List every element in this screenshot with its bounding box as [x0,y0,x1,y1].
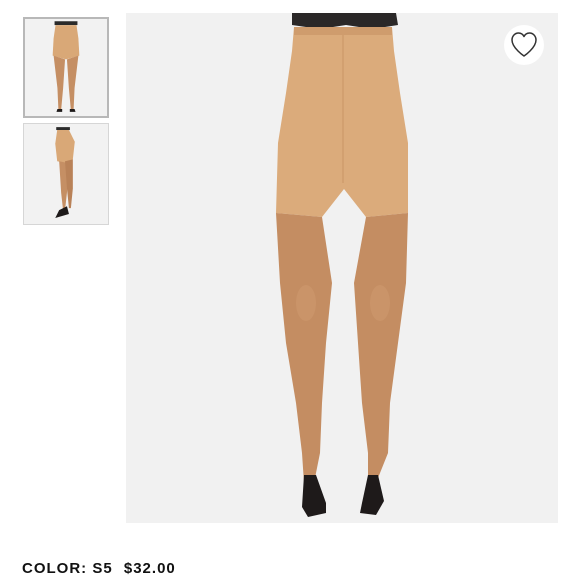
thumbnail-front-view[interactable] [23,17,109,118]
wishlist-button[interactable] [504,25,544,65]
thumbnail-front-figure [52,21,80,112]
heart-outline-icon [511,32,537,57]
product-figure [276,13,408,517]
color-value: S5 [92,560,113,577]
price: $32.00 [123,560,176,577]
color-label: COLOR: [22,560,88,577]
thumbnail-side-view[interactable] [23,123,109,225]
thumbnail-side-figure [55,127,75,218]
product-info-bar: COLOR: S5 $32.00 [22,560,176,577]
main-product-image[interactable] [126,13,558,523]
